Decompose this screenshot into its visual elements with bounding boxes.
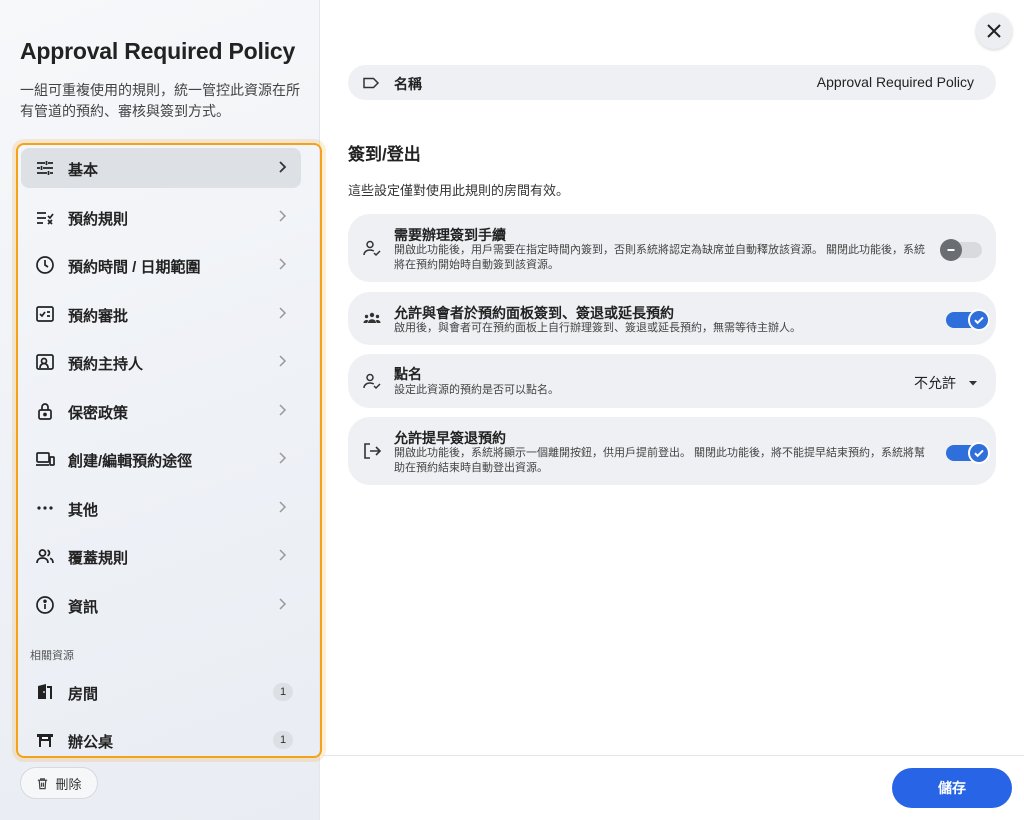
panel-checkin-toggle[interactable] — [946, 309, 990, 331]
chevron-right-icon — [275, 257, 289, 271]
nav-item-label: 其他 — [68, 502, 99, 519]
name-field-label: 名稱 — [394, 76, 422, 92]
nav-item-label: 預約主持人 — [68, 356, 144, 373]
caret-down-icon — [969, 381, 977, 386]
setting-title: 需要辦理簽到手續 — [394, 227, 506, 243]
desk-icon — [35, 730, 55, 750]
nav-item-basic[interactable]: 基本 — [21, 148, 301, 188]
nav-item-info[interactable]: 資訊 — [21, 585, 301, 625]
chevron-right-icon — [275, 209, 289, 223]
nav-item-label: 基本 — [68, 162, 99, 179]
nav-list: 基本 預約規則 預約時間 / 日期範圍 預約審批 預約主持人 保密政策 創建/編… — [16, 143, 322, 758]
dialog-title: Approval Required Policy — [20, 38, 296, 64]
chevron-right-icon — [275, 548, 289, 562]
nav-item-booking-host[interactable]: 預約主持人 — [21, 342, 301, 382]
roll-call-select[interactable]: 不允許 — [914, 373, 978, 393]
people-icon — [35, 546, 55, 566]
door-icon — [35, 682, 55, 702]
related-item-rooms[interactable]: 房間 1 — [21, 672, 301, 712]
tag-icon — [363, 77, 380, 89]
count-badge: 1 — [273, 683, 293, 701]
save-button[interactable]: 儲存 — [892, 768, 1012, 808]
close-icon — [987, 24, 1001, 38]
setting-card-panel-checkin: 允許與會者於預約面板簽到、簽退或延長預約 啟用後，與會者可在預約面板上自行辦理簽… — [348, 292, 996, 345]
devices-icon — [35, 449, 55, 469]
check-icon — [968, 442, 990, 464]
roll-call-selected-value: 不允許 — [914, 375, 956, 391]
name-field-value: Approval Required Policy — [816, 74, 974, 90]
section-description: 這些設定僅對使用此規則的房間有效。 — [348, 183, 570, 198]
chevron-right-icon — [275, 597, 289, 611]
chevron-right-icon — [275, 160, 289, 174]
lock-icon — [35, 401, 55, 421]
nav-item-label: 保密政策 — [68, 405, 129, 422]
person-check-icon — [362, 238, 382, 258]
nav-item-label: 創建/編輯預約途徑 — [68, 453, 193, 470]
nav-item-other[interactable]: 其他 — [21, 488, 301, 528]
info-icon — [35, 595, 55, 615]
delete-label: 刪除 — [55, 776, 82, 792]
setting-card-roll-call: 點名 設定此資源的預約是否可以點名。 不允許 — [348, 354, 996, 408]
related-resources-label: 相關資源 — [30, 650, 74, 662]
host-icon — [35, 352, 55, 372]
footer-divider — [321, 755, 1024, 756]
chevron-right-icon — [275, 403, 289, 417]
checkin-required-toggle[interactable] — [940, 239, 982, 261]
setting-description: 啟用後，與會者可在預約面板上自行辦理簽到、簽退或延長預約，無需等待主辦人。 — [394, 322, 801, 334]
setting-description: 設定此資源的預約是否可以點名。 — [394, 384, 559, 396]
setting-description: 開啟此功能後，用戶需要在指定時間內簽到，否則系統將認定為缺席並自動釋放該資源。 … — [394, 244, 926, 271]
toggle-off-icon — [940, 239, 962, 261]
approval-icon — [35, 304, 55, 324]
dialog-description: 一組可重複使用的規則，統一管控此資源在所有管道的預約、審核與簽到方式。 — [20, 82, 300, 119]
nav-item-privacy-policy[interactable]: 保密政策 — [21, 391, 301, 431]
delete-button[interactable]: 刪除 — [20, 767, 98, 799]
setting-title: 允許與會者於預約面板簽到、簽退或延長預約 — [394, 305, 674, 321]
nav-item-booking-channels[interactable]: 創建/編輯預約途徑 — [21, 439, 301, 479]
chevron-right-icon — [275, 451, 289, 465]
early-checkout-toggle[interactable] — [946, 442, 990, 464]
more-icon — [35, 498, 55, 518]
nav-item-label: 資訊 — [68, 599, 99, 616]
related-item-label: 辦公桌 — [68, 734, 114, 751]
nav-item-override-rules[interactable]: 覆蓋規則 — [21, 536, 301, 576]
nav-item-booking-time[interactable]: 預約時間 / 日期範圍 — [21, 245, 301, 285]
nav-item-booking-rules[interactable]: 預約規則 — [21, 197, 301, 237]
nav-item-label: 覆蓋規則 — [68, 550, 129, 567]
setting-title: 點名 — [394, 366, 422, 382]
nav-item-label: 預約規則 — [68, 211, 129, 228]
related-item-desks[interactable]: 辦公桌 1 — [21, 720, 301, 756]
setting-description: 開啟此功能後，系統將顯示一個離開按鈕，供用戶提前登出。 關閉此功能後，將不能提早… — [394, 447, 926, 474]
sliders-icon — [35, 158, 55, 178]
setting-card-checkin-required: 需要辦理簽到手續 開啟此功能後，用戶需要在指定時間內簽到，否則系統將認定為缺席並… — [348, 214, 996, 282]
check-icon — [968, 309, 990, 331]
clock-icon — [35, 255, 55, 275]
nav-item-label: 預約審批 — [68, 308, 129, 325]
checklist-icon — [35, 207, 55, 227]
chevron-right-icon — [275, 354, 289, 368]
name-field[interactable]: 名稱 Approval Required Policy — [348, 65, 996, 100]
nav-item-booking-approval[interactable]: 預約審批 — [21, 294, 301, 334]
setting-title: 允許提早簽退預約 — [394, 430, 506, 446]
group-icon — [362, 308, 382, 328]
close-button[interactable] — [976, 13, 1012, 49]
section-title: 簽到/登出 — [348, 145, 421, 164]
trash-icon — [38, 777, 48, 789]
sidebar: Approval Required Policy 一組可重複使用的規則，統一管控… — [0, 0, 322, 820]
nav-item-label: 預約時間 / 日期範圍 — [68, 259, 201, 276]
chevron-right-icon — [275, 500, 289, 514]
chevron-right-icon — [275, 306, 289, 320]
logout-icon — [362, 441, 382, 461]
count-badge: 1 — [273, 731, 293, 749]
related-item-label: 房間 — [68, 686, 99, 703]
setting-card-early-checkout: 允許提早簽退預約 開啟此功能後，系統將顯示一個離開按鈕，供用戶提前登出。 關閉此… — [348, 417, 996, 485]
person-check-icon — [362, 371, 382, 391]
